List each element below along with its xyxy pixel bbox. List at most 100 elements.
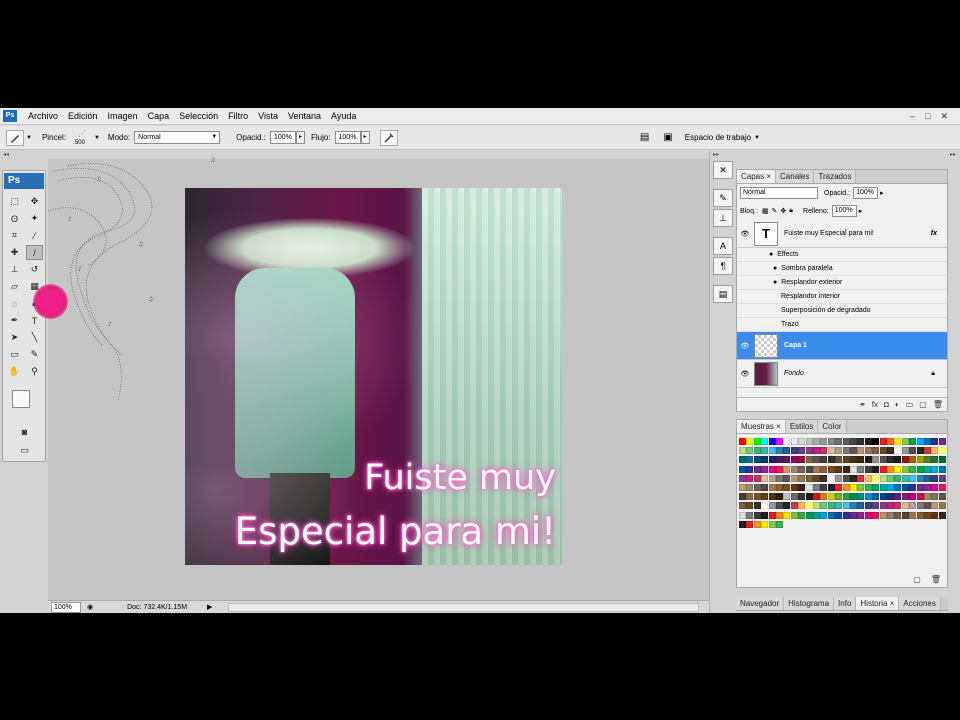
color-swatch[interactable] <box>864 456 872 464</box>
color-swatch[interactable] <box>753 465 761 473</box>
canvas-text-line-2[interactable]: Especial para mi! <box>235 510 556 553</box>
color-swatch[interactable] <box>790 484 798 491</box>
delete-swatch-icon[interactable]: 🗑︎ <box>931 575 941 584</box>
color-swatch[interactable] <box>827 502 835 510</box>
layer-row-text[interactable]: 👁︎ T Fuiste muy Especial para mi! fx <box>737 220 947 248</box>
paragraph-icon[interactable]: ¶ <box>713 257 733 275</box>
color-swatch[interactable] <box>761 493 769 501</box>
color-swatch[interactable] <box>894 456 902 464</box>
color-swatch[interactable] <box>739 456 746 464</box>
color-swatch[interactable] <box>761 456 769 464</box>
color-swatch[interactable] <box>857 484 865 491</box>
color-swatch[interactable] <box>887 447 894 455</box>
color-swatch[interactable] <box>746 511 754 519</box>
blend-mode-select[interactable]: Normal <box>740 187 818 199</box>
color-swatch[interactable] <box>820 465 828 473</box>
effects-eye-icon[interactable]: ● <box>769 251 773 258</box>
color-swatch[interactable] <box>739 493 746 501</box>
color-swatch[interactable] <box>850 502 857 510</box>
tab-historia[interactable]: Historia × <box>856 597 900 610</box>
color-swatch[interactable] <box>909 447 917 455</box>
color-swatch[interactable] <box>813 447 820 455</box>
tab-canales[interactable]: Canales <box>776 170 815 183</box>
color-swatch[interactable] <box>835 438 843 445</box>
color-swatch[interactable] <box>783 465 791 473</box>
color-swatch[interactable] <box>850 465 857 473</box>
history-brush-icon[interactable]: ↺ <box>26 262 43 277</box>
notes-tool-icon[interactable]: ▭ <box>6 347 23 362</box>
horizontal-scrollbar[interactable] <box>228 602 699 612</box>
color-swatch[interactable] <box>790 474 798 482</box>
color-swatch[interactable] <box>820 438 828 445</box>
color-swatch[interactable] <box>857 447 865 455</box>
color-swatch[interactable] <box>835 447 843 455</box>
menu-capa[interactable]: Capa <box>143 108 175 125</box>
color-swatch[interactable] <box>916 438 924 445</box>
color-swatch[interactable] <box>901 438 909 445</box>
color-swatch[interactable] <box>894 484 902 491</box>
color-swatch[interactable] <box>850 447 857 455</box>
color-swatch[interactable] <box>776 520 783 528</box>
visibility-eye-icon[interactable]: 👁︎ <box>737 230 753 238</box>
color-swatch[interactable] <box>783 474 791 482</box>
color-swatch[interactable] <box>753 447 761 455</box>
color-swatch[interactable] <box>753 484 761 491</box>
color-swatch[interactable] <box>753 474 761 482</box>
tab-muestras[interactable]: Muestras × <box>737 420 786 433</box>
color-swatch[interactable] <box>879 438 887 445</box>
color-swatch[interactable] <box>938 438 946 445</box>
color-swatch[interactable] <box>872 511 880 519</box>
color-swatch[interactable] <box>857 502 865 510</box>
color-swatch[interactable] <box>872 456 880 464</box>
color-swatch[interactable] <box>931 493 939 501</box>
color-swatch[interactable] <box>872 484 880 491</box>
color-swatch[interactable] <box>835 456 843 464</box>
color-swatch[interactable] <box>776 465 783 473</box>
color-swatch[interactable] <box>768 502 776 510</box>
color-swatch[interactable] <box>820 511 828 519</box>
lasso-tool-icon[interactable]: ʘ <box>6 211 23 226</box>
tool-presets-icon[interactable]: ✕ <box>713 161 733 179</box>
color-swatch[interactable] <box>739 474 746 482</box>
color-swatch[interactable] <box>798 502 806 510</box>
color-swatch[interactable] <box>798 493 806 501</box>
color-swatch[interactable] <box>857 493 865 501</box>
color-swatch[interactable] <box>753 438 761 445</box>
color-swatch[interactable] <box>857 474 865 482</box>
color-swatch[interactable] <box>879 456 887 464</box>
hand-tool-icon[interactable]: ✋ <box>6 364 23 379</box>
color-swatch[interactable] <box>872 502 880 510</box>
color-swatch[interactable] <box>827 438 835 445</box>
color-swatch[interactable] <box>805 502 813 510</box>
color-swatch[interactable] <box>931 502 939 510</box>
color-swatch[interactable] <box>753 520 761 528</box>
tab-info[interactable]: Info <box>834 597 857 610</box>
color-swatch[interactable] <box>776 493 783 501</box>
color-swatch[interactable] <box>783 438 791 445</box>
color-swatch[interactable] <box>739 520 746 528</box>
color-swatch[interactable] <box>761 438 769 445</box>
color-swatch[interactable] <box>901 447 909 455</box>
color-swatch[interactable] <box>887 484 894 491</box>
color-swatch[interactable] <box>938 465 946 473</box>
color-swatch[interactable] <box>924 447 931 455</box>
color-swatch[interactable] <box>879 474 887 482</box>
effect-eye-icon[interactable]: ● <box>773 265 777 272</box>
crop-tool-icon[interactable]: ⌗ <box>6 228 23 243</box>
color-swatch[interactable] <box>820 474 828 482</box>
color-swatch[interactable] <box>768 465 776 473</box>
layer-row-capa1[interactable]: 👁︎ Capa 1 <box>737 332 947 360</box>
color-swatch[interactable] <box>790 493 798 501</box>
color-swatch[interactable] <box>746 465 754 473</box>
brush-dropdown-icon[interactable]: ▼ <box>94 135 100 141</box>
color-swatch[interactable] <box>746 438 754 445</box>
brushes-panel-icon[interactable]: ▤ <box>640 132 649 143</box>
lock-paint-icon[interactable]: ✎ <box>772 207 778 215</box>
color-swatch[interactable] <box>909 502 917 510</box>
color-swatch[interactable] <box>746 456 754 464</box>
healing-brush-icon[interactable]: ✚ <box>6 245 23 260</box>
color-swatch[interactable] <box>805 511 813 519</box>
color-swatches[interactable] <box>6 386 42 420</box>
lock-transparency-icon[interactable]: ▦ <box>762 207 769 215</box>
tab-color[interactable]: Color <box>818 420 847 433</box>
